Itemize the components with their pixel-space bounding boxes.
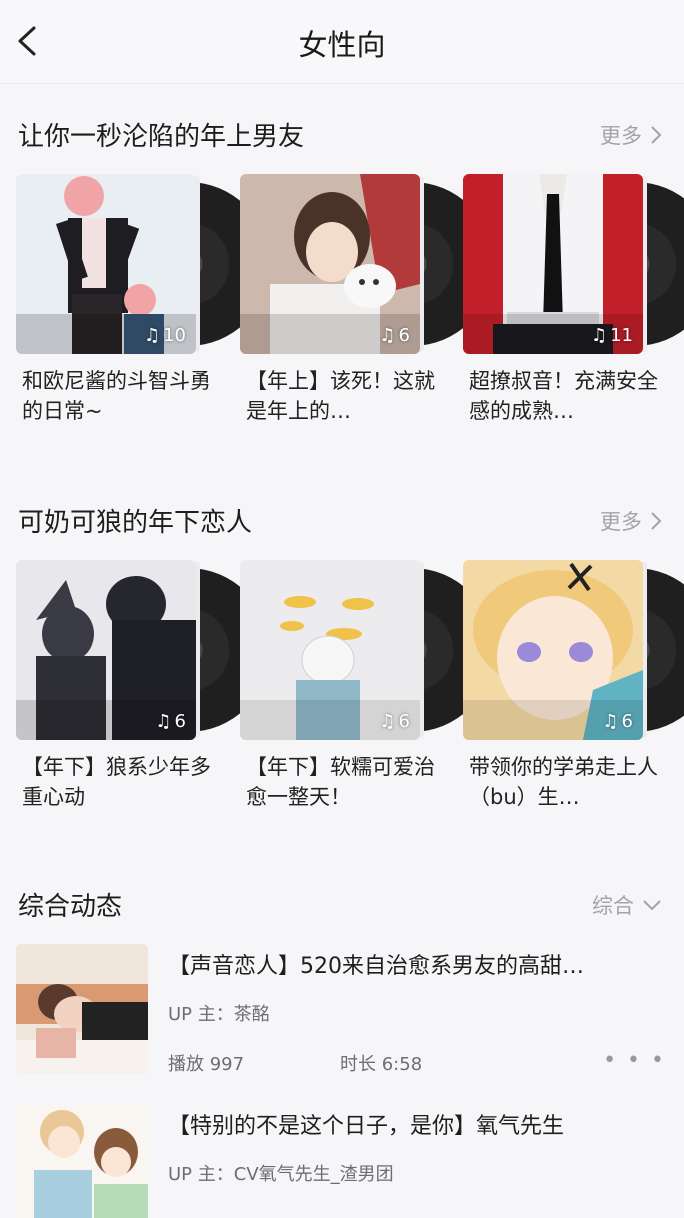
feed-thumbnail [16,1104,148,1218]
music-note-icon: ♫ [379,711,396,732]
top-nav-bar: 女性向 [0,0,684,84]
more-options-icon[interactable]: • • • [603,1048,666,1073]
album-cover: ♫ 6 [240,560,420,740]
album-title: 【年下】软糯可爱治愈一整天！ [246,755,435,809]
album-cover: ♫ 6 [240,174,420,354]
music-note-icon: ♫ [155,711,172,732]
track-count: ♫ 11 [590,325,633,346]
music-note-icon: ♫ [590,325,608,346]
page-title: 女性向 [298,28,386,62]
section-title: 可奶可狼的年下恋人 [18,508,253,538]
track-count: ♫ 6 [602,711,633,732]
feed-item-duration: 时长 6:58 [340,1054,423,1075]
music-note-icon: ♫ [143,325,161,346]
section-header-older-boyfriend: 让你一秒沦陷的年上男友 更多 [0,108,684,158]
album-title: 和欧尼酱的斗智斗勇的日常~ [22,369,211,423]
feed-item-uploader: UP 主：茶酩 [168,1004,270,1025]
feed-item[interactable]: 【声音恋人】520来自治愈系男友的高甜… UP 主：茶酩 播放 997 时长 6… [0,944,684,1094]
album-cover: ♫ 6 [16,560,196,740]
more-button[interactable]: 更多 [600,506,662,536]
feed-item-title: 【特别的不是这个日子，是你】氧气先生 [168,1114,565,1139]
feed-thumbnail [16,944,148,1074]
feed-filter-dropdown[interactable]: 综合 [592,890,662,920]
feed-header: 综合动态 综合 [0,878,684,928]
filter-label: 综合 [592,894,634,918]
section-title: 让你一秒沦陷的年上男友 [18,122,305,152]
album-title: 超撩叔音！充满安全感的成熟… [469,369,658,423]
album-cover: ♫ 6 [463,560,643,740]
track-count: ♫ 10 [143,325,186,346]
music-note-icon: ♫ [379,325,396,346]
more-label: 更多 [600,124,642,148]
album-title: 【年上】该死！这就是年上的… [246,369,435,423]
music-note-icon: ♫ [602,711,619,732]
feed-item-uploader: UP 主：CV氧气先生_渣男团 [168,1164,394,1185]
feed-item[interactable]: 【特别的不是这个日子，是你】氧气先生 UP 主：CV氧气先生_渣男团 [0,1104,684,1218]
feed-title: 综合动态 [18,892,123,922]
album-cover: ♫ 10 [16,174,196,354]
track-count: ♫ 6 [155,711,186,732]
album-title: 带领你的学弟走上人（bu）生… [469,755,658,809]
album-title: 【年下】狼系少年多重心动 [22,755,211,809]
more-button[interactable]: 更多 [600,120,662,150]
feed-item-title: 【声音恋人】520来自治愈系男友的高甜… [168,954,584,979]
feed-item-plays: 播放 997 [168,1054,245,1075]
album-cover: ♫ 11 [463,174,643,354]
more-label: 更多 [600,510,642,534]
chevron-right-icon [651,512,662,530]
chevron-right-icon [651,126,662,144]
chevron-down-icon [643,900,661,911]
track-count: ♫ 6 [379,711,410,732]
track-count: ♫ 6 [379,325,410,346]
section-header-younger-lover: 可奶可狼的年下恋人 更多 [0,494,684,544]
